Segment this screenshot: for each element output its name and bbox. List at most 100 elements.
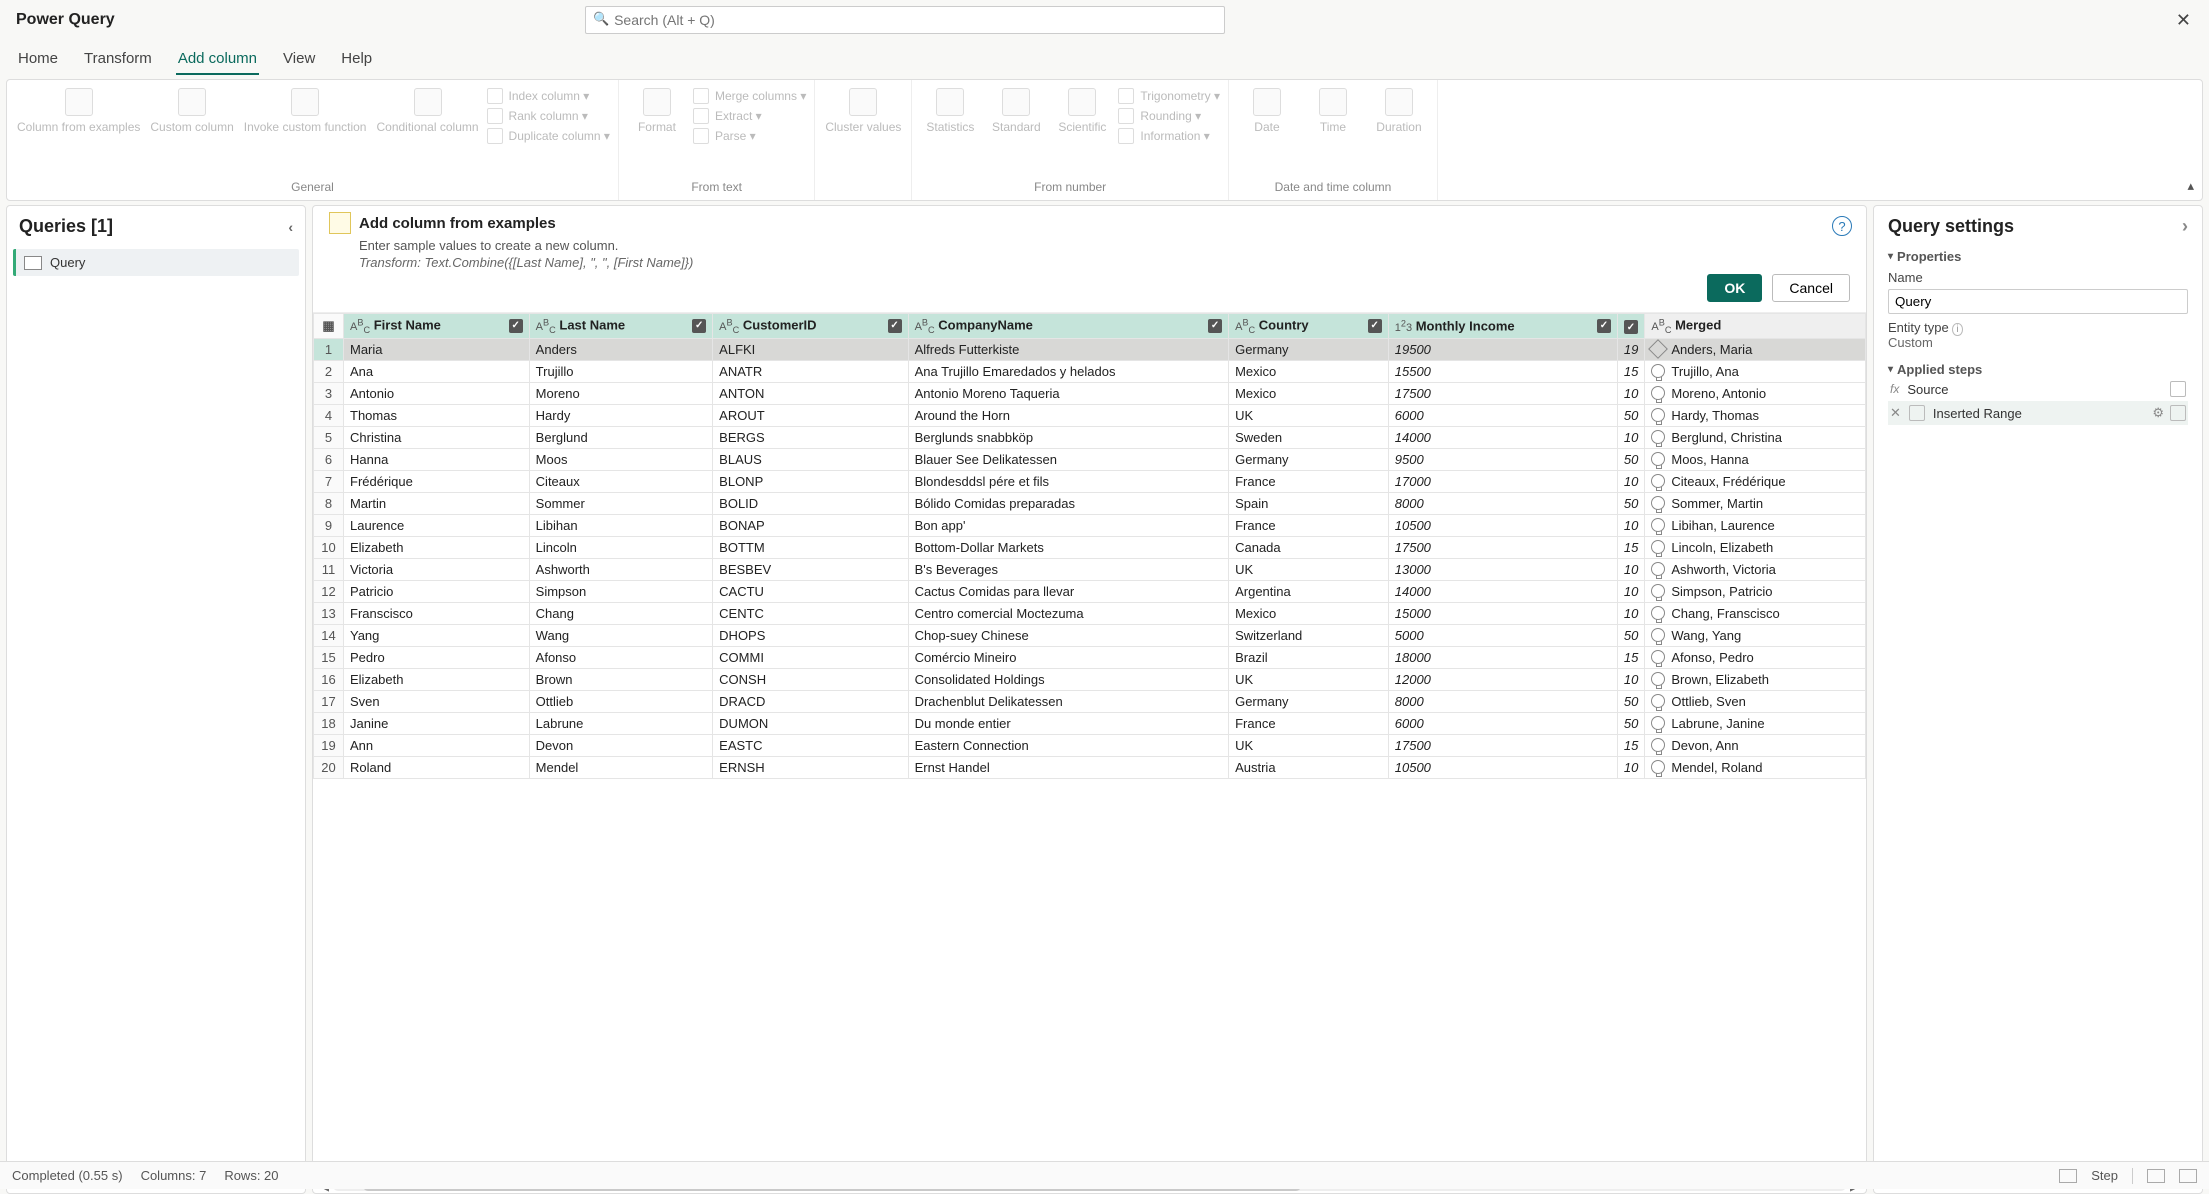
merged-cell[interactable]: Chang, Franscisco <box>1645 602 1866 624</box>
table-row[interactable]: 1MariaAndersALFKIAlfreds FutterkisteGerm… <box>314 338 1866 360</box>
tab-add-column[interactable]: Add column <box>176 44 259 75</box>
merged-cell[interactable]: Devon, Ann <box>1645 734 1866 756</box>
search-input[interactable] <box>585 6 1225 34</box>
column-header-partial[interactable]: ✓ <box>1617 314 1644 339</box>
column-checkbox[interactable]: ✓ <box>1597 319 1611 333</box>
ribbon-invoke-custom-function[interactable]: Invoke custom function <box>242 84 369 138</box>
table-row[interactable]: 16ElizabethBrownCONSHConsolidated Holdin… <box>314 668 1866 690</box>
table-row[interactable]: 6HannaMoosBLAUSBlauer See DelikatessenGe… <box>314 448 1866 470</box>
ribbon-custom-column[interactable]: Custom column <box>148 84 235 138</box>
collapse-queries-icon[interactable]: ‹ <box>288 219 293 235</box>
column-checkbox[interactable]: ✓ <box>692 319 706 333</box>
merged-cell[interactable]: Mendel, Roland <box>1645 756 1866 778</box>
merged-cell[interactable]: Moreno, Antonio <box>1645 382 1866 404</box>
table-row[interactable]: 12PatricioSimpsonCACTUCactus Comidas par… <box>314 580 1866 602</box>
merged-cell[interactable]: Anders, Maria <box>1645 338 1866 360</box>
merged-cell[interactable]: Libihan, Laurence <box>1645 514 1866 536</box>
table-row[interactable]: 10ElizabethLincolnBOTTMBottom-Dollar Mar… <box>314 536 1866 558</box>
column-header-monthly-income[interactable]: 123 Monthly Income✓ <box>1388 314 1617 339</box>
tab-home[interactable]: Home <box>16 44 60 75</box>
ribbon-trigonometry[interactable]: Trigonometry ▾ <box>1118 88 1220 104</box>
tab-transform[interactable]: Transform <box>82 44 154 75</box>
merged-cell[interactable]: Afonso, Pedro <box>1645 646 1866 668</box>
step-settings-icon[interactable] <box>2170 405 2186 421</box>
merged-cell[interactable]: Sommer, Martin <box>1645 492 1866 514</box>
merged-cell[interactable]: Ashworth, Victoria <box>1645 558 1866 580</box>
diagram-view-icon[interactable] <box>2059 1169 2077 1183</box>
ribbon-rounding[interactable]: Rounding ▾ <box>1118 108 1220 124</box>
merged-cell[interactable]: Ottlieb, Sven <box>1645 690 1866 712</box>
column-header-companyname[interactable]: ABC CompanyName✓ <box>908 314 1229 339</box>
tab-view[interactable]: View <box>281 44 317 75</box>
merged-cell[interactable]: Citeaux, Frédérique <box>1645 470 1866 492</box>
column-header-customerid[interactable]: ABC CustomerID✓ <box>713 314 908 339</box>
table-row[interactable]: 20RolandMendelERNSHErnst HandelAustria10… <box>314 756 1866 778</box>
table-row[interactable]: 5ChristinaBerglundBERGSBerglunds snabbkö… <box>314 426 1866 448</box>
ribbon-date[interactable]: Date <box>1237 84 1297 138</box>
collapse-settings-icon[interactable]: › <box>2182 216 2188 237</box>
column-checkbox[interactable]: ✓ <box>888 319 902 333</box>
merged-cell[interactable]: Brown, Elizabeth <box>1645 668 1866 690</box>
table-row[interactable]: 11VictoriaAshworthBESBEVB's BeveragesUK1… <box>314 558 1866 580</box>
merged-cell[interactable]: Trujillo, Ana <box>1645 360 1866 382</box>
ribbon-conditional-column[interactable]: Conditional column <box>374 84 480 138</box>
table-row[interactable]: 4ThomasHardyAROUTAround the HornUK600050… <box>314 404 1866 426</box>
table-row[interactable]: 18JanineLabruneDUMONDu monde entierFranc… <box>314 712 1866 734</box>
merged-cell[interactable]: Wang, Yang <box>1645 624 1866 646</box>
schema-view-icon[interactable] <box>2179 1169 2197 1183</box>
column-checkbox[interactable]: ✓ <box>1368 319 1382 333</box>
table-row[interactable]: 7FrédériqueCiteauxBLONPBlondesddsl pére … <box>314 470 1866 492</box>
tab-help[interactable]: Help <box>339 44 374 75</box>
merged-cell[interactable]: Hardy, Thomas <box>1645 404 1866 426</box>
table-row[interactable]: 15PedroAfonsoCOMMIComércio MineiroBrazil… <box>314 646 1866 668</box>
ribbon-collapse-icon[interactable]: ▴ <box>2187 178 2194 194</box>
info-icon[interactable]: i <box>1952 323 1962 336</box>
ribbon-duration[interactable]: Duration <box>1369 84 1429 138</box>
ribbon-standard[interactable]: Standard <box>986 84 1046 138</box>
ribbon-time[interactable]: Time <box>1303 84 1363 138</box>
step-settings-icon[interactable] <box>2170 381 2186 397</box>
close-button[interactable]: ✕ <box>2166 10 2201 31</box>
table-row[interactable]: 17SvenOttliebDRACDDrachenblut Delikatess… <box>314 690 1866 712</box>
global-search[interactable]: 🔍 <box>585 6 1225 34</box>
query-name-input[interactable] <box>1888 289 2188 314</box>
gear-icon[interactable]: ⚙ <box>2152 405 2164 421</box>
table-row[interactable]: 3AntonioMorenoANTONAntonio Moreno Taquer… <box>314 382 1866 404</box>
table-row[interactable]: 13FransciscoChangCENTCCentro comercial M… <box>314 602 1866 624</box>
ribbon-parse[interactable]: Parse ▾ <box>693 128 806 144</box>
help-icon[interactable]: ? <box>1832 216 1852 236</box>
data-grid[interactable]: ▦ABC First Name✓ABC Last Name✓ABC Custom… <box>313 313 1866 779</box>
delete-step-icon[interactable]: ✕ <box>1890 405 1901 421</box>
ribbon-information[interactable]: Information ▾ <box>1118 128 1220 144</box>
merged-cell[interactable]: Labrune, Janine <box>1645 712 1866 734</box>
ribbon-index-column[interactable]: Index column ▾ <box>487 88 610 104</box>
step-source[interactable]: fx Source <box>1888 377 2188 401</box>
merged-cell[interactable]: Moos, Hanna <box>1645 448 1866 470</box>
step-inserted-range[interactable]: ✕ Inserted Range ⚙ <box>1888 401 2188 425</box>
ribbon-duplicate-column[interactable]: Duplicate column ▾ <box>487 128 610 144</box>
column-header-first-name[interactable]: ABC First Name✓ <box>344 314 530 339</box>
column-header-last-name[interactable]: ABC Last Name✓ <box>529 314 713 339</box>
column-checkbox[interactable]: ✓ <box>509 319 523 333</box>
table-row[interactable]: 14YangWangDHOPSChop-suey ChineseSwitzerl… <box>314 624 1866 646</box>
ribbon-column-from-examples[interactable]: Column from examples <box>15 84 142 138</box>
column-header-merged[interactable]: ABC Merged <box>1645 314 1866 339</box>
grid-view-icon[interactable] <box>2147 1169 2165 1183</box>
select-all-corner[interactable]: ▦ <box>314 314 344 339</box>
table-row[interactable]: 9LaurenceLibihanBONAPBon app'France10500… <box>314 514 1866 536</box>
merged-cell[interactable]: Simpson, Patricio <box>1645 580 1866 602</box>
table-row[interactable]: 8MartinSommerBOLIDBólido Comidas prepara… <box>314 492 1866 514</box>
column-header-country[interactable]: ABC Country✓ <box>1229 314 1389 339</box>
cancel-button[interactable]: Cancel <box>1772 274 1850 302</box>
ribbon-statistics[interactable]: Statistics <box>920 84 980 138</box>
column-checkbox[interactable]: ✓ <box>1208 319 1222 333</box>
ribbon-extract[interactable]: Extract ▾ <box>693 108 806 124</box>
merged-cell[interactable]: Berglund, Christina <box>1645 426 1866 448</box>
ribbon-merge-columns[interactable]: Merge columns ▾ <box>693 88 806 104</box>
ribbon-cluster-values[interactable]: Cluster values <box>823 84 903 138</box>
merged-cell[interactable]: Lincoln, Elizabeth <box>1645 536 1866 558</box>
ribbon-scientific[interactable]: Scientific <box>1052 84 1112 138</box>
ribbon-format[interactable]: Format <box>627 84 687 138</box>
table-row[interactable]: 2AnaTrujilloANATRAna Trujillo Emaredados… <box>314 360 1866 382</box>
table-row[interactable]: 19AnnDevonEASTCEastern ConnectionUK17500… <box>314 734 1866 756</box>
